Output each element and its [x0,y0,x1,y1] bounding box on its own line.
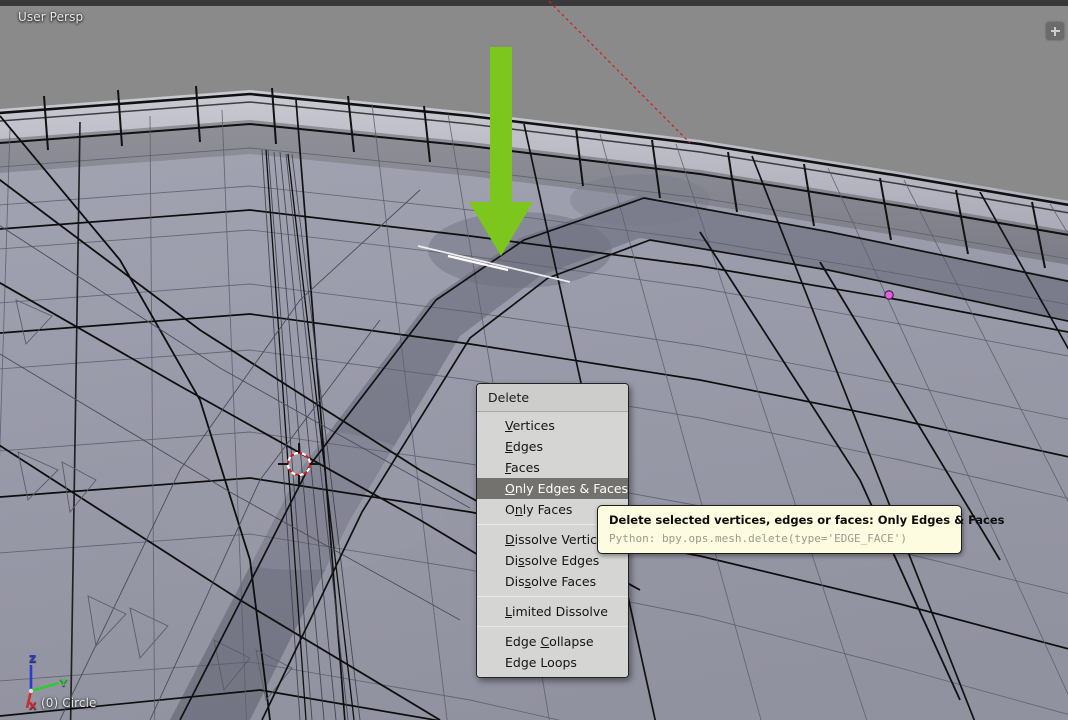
tooltip: Delete selected vertices, edges or faces… [597,505,1005,554]
menu-separator [477,596,628,597]
menu-item-dissolve-faces[interactable]: Dissolve Faces [477,571,628,592]
menu-item-edge-loops[interactable]: Edge Loops [477,652,628,673]
menu-separator [477,626,628,627]
menu-item-edges[interactable]: Edges [477,436,628,457]
tooltip-python-prefix: Python: [609,532,656,545]
plus-icon [1050,26,1060,36]
menu-title: Delete [477,384,628,412]
tooltip-description-row: Delete selected vertices, edges or faces… [609,513,1005,527]
tooltip-python-call: bpy.ops.mesh.delete(type='EDGE_FACE') [661,532,908,545]
menu-item-edge-collapse[interactable]: Edge Collapse [477,631,628,652]
menu-item-faces[interactable]: Faces [477,457,628,478]
tooltip-python-row: Python: bpy.ops.mesh.delete(type='EDGE_F… [609,532,951,545]
menu-item-only-edges-and-faces[interactable]: Only Edges & Faces [477,478,628,499]
tooltip-description: Delete selected vertices, edges or faces… [609,513,874,527]
tooltip-value: Only Edges & Faces [877,513,1005,527]
open-sidebar-plus-button[interactable] [1046,22,1064,40]
menu-item-vertices[interactable]: Vertices [477,415,628,436]
blender-window: Z Y X User Persp (0) Circle Delete Verti… [0,0,1068,720]
menu-item-limited-dissolve[interactable]: Limited Dissolve [477,601,628,622]
